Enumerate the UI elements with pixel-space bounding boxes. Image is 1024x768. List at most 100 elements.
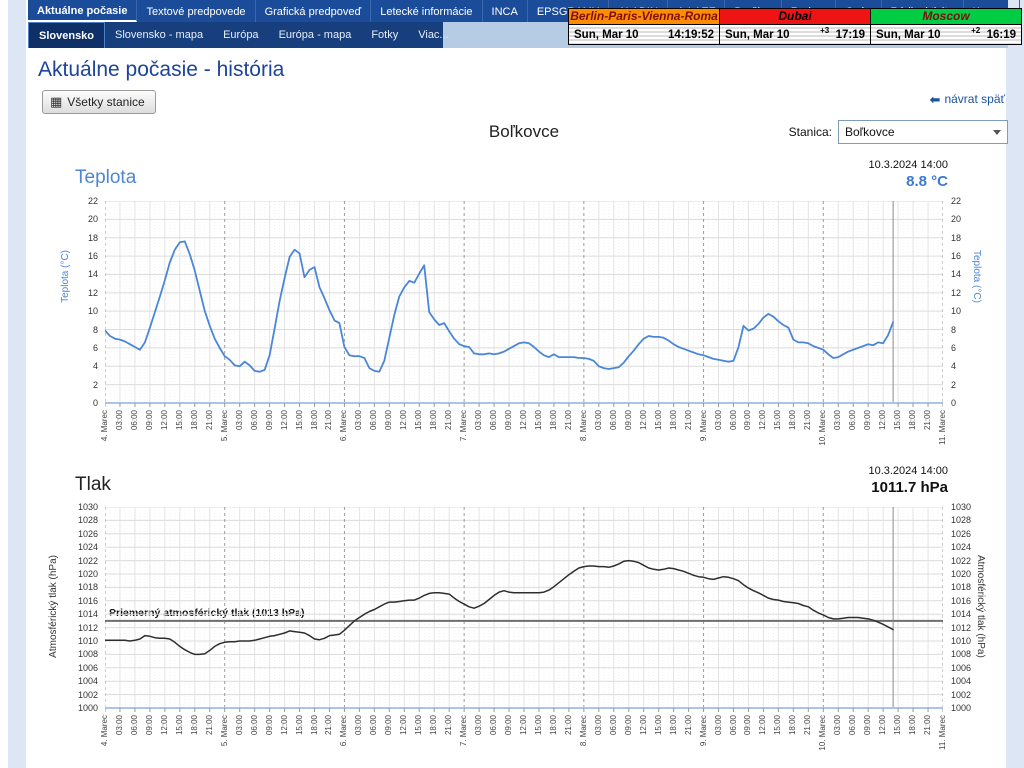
clock-date: Sun, Mar 10 (876, 29, 941, 41)
temperature-x-tick: 12:00 (878, 410, 888, 435)
subnav-tab-slovensko-mapa[interactable]: Slovensko - mapa (105, 22, 213, 48)
temperature-x-tick: 21:00 (324, 410, 334, 435)
temperature-x-tick: 09:00 (265, 410, 275, 435)
temperature-y-tick-left: 2 (66, 380, 98, 390)
clock-date: Sun, Mar 10 (574, 29, 639, 41)
station-select[interactable]: Boľkovce (838, 120, 1008, 144)
temperature-x-tick: 18:00 (669, 410, 679, 435)
pressure-x-tick: 12:00 (639, 715, 649, 740)
pressure-x-tick: 03:00 (115, 715, 125, 740)
pressure-x-tick: 21:00 (205, 715, 215, 740)
temperature-y-tick-right: 22 (951, 196, 983, 206)
temperature-y-tick-right: 14 (951, 269, 983, 279)
temperature-x-tick: 18:00 (908, 410, 918, 435)
temperature-x-tick: 15:00 (893, 410, 903, 435)
temperature-y-tick-left: 20 (66, 214, 98, 224)
pressure-x-tick: 18:00 (669, 715, 679, 740)
weather-history-page: { "nav": { "top_tabs": [ {"label":"Aktuá… (0, 0, 1024, 768)
pressure-x-tick: 12:00 (758, 715, 768, 740)
pressure-x-tick: 12:00 (160, 715, 170, 740)
nav-tab-inca[interactable]: INCA (483, 0, 528, 22)
temperature-y-tick-left: 14 (66, 269, 98, 279)
pressure-x-tick: 4. Marec (100, 715, 110, 751)
pressure-y-tick-left: 1018 (66, 582, 98, 592)
pressure-x-tick: 15:00 (773, 715, 783, 740)
pressure-x-tick: 09:00 (863, 715, 873, 740)
nav-tab-aktu-lne-po-asie[interactable]: Aktuálne počasie (28, 0, 137, 22)
temperature-x-tick: 12:00 (280, 410, 290, 435)
all-stations-button[interactable]: ▦ Všetky stanice (42, 90, 156, 114)
pressure-y-tick-left: 1024 (66, 542, 98, 552)
pressure-x-tick: 5. Marec (220, 715, 230, 751)
temperature-x-tick: 03:00 (594, 410, 604, 435)
subnav-tab-viac[interactable]: Viac... (408, 22, 458, 48)
pressure-x-tick: 11. Marec (938, 715, 948, 755)
pressure-y-tick-left: 1016 (66, 596, 98, 606)
temperature-y-tick-right: 12 (951, 288, 983, 298)
pressure-x-tick: 06:00 (130, 715, 140, 740)
temperature-x-tick: 18:00 (190, 410, 200, 435)
temperature-y-tick-right: 20 (951, 214, 983, 224)
pressure-x-tick: 7. Marec (459, 715, 469, 751)
back-link-label: návrat späť (944, 92, 1005, 108)
temperature-y-tick-left: 22 (66, 196, 98, 206)
station-select-label: Stanica: (752, 125, 832, 139)
temperature-y-tick-right: 10 (951, 306, 983, 316)
pressure-series-line (105, 561, 893, 655)
temperature-current-value: 8.8 °C (788, 173, 948, 190)
back-link[interactable]: ⬅ návrat späť (930, 92, 1005, 108)
subnav-tab-eur-pa-mapa[interactable]: Európa - mapa (269, 22, 362, 48)
pressure-x-tick: 15:00 (175, 715, 185, 740)
temperature-y-tick-right: 4 (951, 361, 983, 371)
pressure-y-tick-right: 1002 (951, 690, 983, 700)
temperature-x-tick: 06:00 (130, 410, 140, 435)
nav-tab-textov-predpovede[interactable]: Textové predpovede (137, 0, 255, 22)
pressure-x-tick: 09:00 (145, 715, 155, 740)
pressure-y-tick-right: 1020 (951, 569, 983, 579)
temperature-x-tick: 9. Marec (699, 410, 709, 446)
temperature-x-tick: 09:00 (863, 410, 873, 435)
pressure-x-tick: 03:00 (714, 715, 724, 740)
pressure-y-tick-left: 1028 (66, 515, 98, 525)
pressure-x-tick: 09:00 (265, 715, 275, 740)
pressure-y-axis-title-left: Atmosférický tlak (hPa) (48, 555, 59, 658)
clock-time: 14:19:52 (668, 29, 714, 41)
temperature-x-tick: 15:00 (175, 410, 185, 435)
pressure-x-tick: 18:00 (788, 715, 798, 740)
pressure-y-tick-left: 1004 (66, 676, 98, 686)
clock-datetime: Sun, Mar 10 14:19:52 (569, 25, 719, 44)
temperature-x-tick: 03:00 (833, 410, 843, 435)
pressure-y-tick-right: 1016 (951, 596, 983, 606)
pressure-y-tick-left: 1006 (66, 663, 98, 673)
pressure-x-tick: 18:00 (429, 715, 439, 740)
nav-tab-grafick-predpove[interactable]: Grafická predpoveď (256, 0, 372, 22)
pressure-x-tick: 21:00 (444, 715, 454, 740)
pressure-y-tick-right: 1028 (951, 515, 983, 525)
pressure-x-tick: 21:00 (684, 715, 694, 740)
pressure-current-value: 1011.7 hPa (788, 479, 948, 496)
pressure-x-tick: 8. Marec (579, 715, 589, 751)
subnav-tab-fotky[interactable]: Fotky (361, 22, 408, 48)
temperature-x-tick: 5. Marec (220, 410, 230, 446)
pressure-y-tick-right: 1004 (951, 676, 983, 686)
temperature-y-tick-right: 16 (951, 251, 983, 261)
nav-tab-leteck-inform-cie[interactable]: Letecké informácie (371, 0, 482, 22)
pressure-x-tick: 15:00 (534, 715, 544, 740)
temperature-x-tick: 18:00 (788, 410, 798, 435)
pressure-chart-title: Tlak (75, 474, 111, 496)
temperature-y-tick-left: 10 (66, 306, 98, 316)
clock-utc-offset: +3 (820, 26, 829, 35)
pressure-y-tick-left: 1020 (66, 569, 98, 579)
pressure-y-tick-right: 1024 (951, 542, 983, 552)
subnav-tab-eur-pa[interactable]: Európa (213, 22, 268, 48)
temperature-x-tick: 06:00 (489, 410, 499, 435)
clock-berlin-paris-vienna-roma: Berlin-Paris-Vienna-RomaSun, Mar 1014:19… (568, 8, 720, 45)
temperature-x-tick: 18:00 (549, 410, 559, 435)
subnav-tab-slovensko[interactable]: Slovensko (28, 22, 105, 48)
pressure-x-tick: 03:00 (235, 715, 245, 740)
station-select-value: Boľkovce (845, 125, 895, 139)
pressure-x-tick: 18:00 (190, 715, 200, 740)
pressure-plot (105, 507, 943, 714)
pressure-y-tick-right: 1006 (951, 663, 983, 673)
temperature-x-tick: 15:00 (534, 410, 544, 435)
